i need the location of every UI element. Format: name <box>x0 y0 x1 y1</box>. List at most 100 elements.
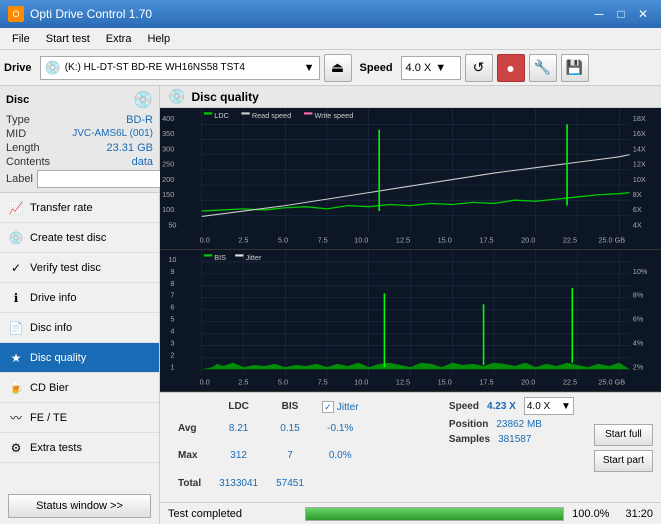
svg-text:250: 250 <box>162 159 174 168</box>
disc-quality-icon: ★ <box>8 350 24 366</box>
drive-label: Drive <box>4 62 32 74</box>
svg-text:25.0 GB: 25.0 GB <box>598 235 625 244</box>
menu-help[interactable]: Help <box>139 31 178 47</box>
sidebar: Disc 💿 Type BD-R MID JVC-AMS6L (001) Len… <box>0 86 160 524</box>
total-bis: 57451 <box>268 471 312 496</box>
chart-bis: 10 9 8 7 6 5 4 3 2 1 10% 8% 6% 4% 2% <box>160 250 661 392</box>
sidebar-item-extra-tests[interactable]: ⚙ Extra tests <box>0 433 159 463</box>
menubar: File Start test Extra Help <box>0 28 661 50</box>
chart2-svg: 10 9 8 7 6 5 4 3 2 1 10% 8% 6% 4% 2% <box>160 250 661 391</box>
svg-text:22.5: 22.5 <box>563 235 577 244</box>
menu-file[interactable]: File <box>4 31 38 47</box>
svg-text:400: 400 <box>162 114 174 123</box>
svg-text:Write speed: Write speed <box>314 111 353 120</box>
test-button[interactable]: ● <box>497 54 525 82</box>
svg-text:5: 5 <box>170 314 174 323</box>
eject-button[interactable]: ⏏ <box>324 54 352 82</box>
svg-text:4%: 4% <box>633 338 644 347</box>
drive-value: (K:) HL-DT-ST BD-RE WH16NS58 TST4 <box>65 62 245 73</box>
right-stats: Speed 4.23 X 4.0 X ▼ Position 23862 MB S… <box>449 397 574 498</box>
statusbar: Test completed 100.0% 31:20 <box>160 502 661 524</box>
main-content: Disc 💿 Type BD-R MID JVC-AMS6L (001) Len… <box>0 86 661 524</box>
svg-text:350: 350 <box>162 129 174 138</box>
speed-select-sm[interactable]: 4.0 X ▼ <box>524 397 574 415</box>
titlebar: O Opti Drive Control 1.70 ─ □ ✕ <box>0 0 661 28</box>
svg-text:100: 100 <box>162 205 174 214</box>
total-ldc: 3133041 <box>211 471 266 496</box>
svg-text:7.5: 7.5 <box>318 235 328 244</box>
chart-ldc: 400 350 300 250 200 150 100 50 18X 16X 1… <box>160 108 661 250</box>
stats-panel: LDC BIS ✓ Jitter Avg 8.21 0.15 <box>160 392 661 502</box>
row-avg-label: Avg <box>170 416 209 441</box>
sidebar-item-disc-quality[interactable]: ★ Disc quality <box>0 343 159 373</box>
contents-value: data <box>132 156 153 168</box>
svg-text:1: 1 <box>170 362 174 371</box>
save-button[interactable]: 💾 <box>561 54 589 82</box>
menu-extra[interactable]: Extra <box>98 31 140 47</box>
svg-text:5.0: 5.0 <box>278 377 288 386</box>
start-full-button[interactable]: Start full <box>594 424 653 446</box>
type-value: BD-R <box>126 114 153 126</box>
label-label: Label <box>6 173 33 185</box>
svg-text:25.0 GB: 25.0 GB <box>598 377 625 386</box>
svg-text:12.5: 12.5 <box>396 377 410 386</box>
jitter-checkbox[interactable]: ✓ <box>322 401 334 413</box>
refresh-button[interactable]: ↺ <box>465 54 493 82</box>
svg-text:12X: 12X <box>633 159 646 168</box>
samples-label: Samples <box>449 434 490 445</box>
stats-table: LDC BIS ✓ Jitter Avg 8.21 0.15 <box>168 397 369 498</box>
sidebar-label-transfer-rate: Transfer rate <box>30 202 93 214</box>
chart1-svg: 400 350 300 250 200 150 100 50 18X 16X 1… <box>160 108 661 249</box>
sidebar-item-fe-te[interactable]: 〰 FE / TE <box>0 403 159 433</box>
svg-text:LDC: LDC <box>214 111 229 120</box>
type-label: Type <box>6 114 30 126</box>
svg-text:10X: 10X <box>633 175 646 184</box>
sidebar-label-create-test-disc: Create test disc <box>30 232 106 244</box>
progress-bar-fill <box>306 508 563 520</box>
maximize-button[interactable]: □ <box>611 4 631 24</box>
speed-label: Speed <box>360 62 393 74</box>
svg-text:14X: 14X <box>633 144 646 153</box>
close-button[interactable]: ✕ <box>633 4 653 24</box>
svg-text:18X: 18X <box>633 114 646 123</box>
status-window-button[interactable]: Status window >> <box>8 494 151 518</box>
speed-selector[interactable]: 4.0 X ▼ <box>401 56 461 80</box>
avg-ldc: 8.21 <box>211 416 266 441</box>
stats-top: LDC BIS ✓ Jitter Avg 8.21 0.15 <box>160 393 661 502</box>
contents-label: Contents <box>6 156 50 168</box>
svg-text:Jitter: Jitter <box>246 253 262 262</box>
app-title: Opti Drive Control 1.70 <box>30 7 152 21</box>
cd-bier-icon: 🍺 <box>8 380 24 396</box>
max-ldc: 312 <box>211 443 266 468</box>
start-buttons: Start full Start part <box>594 397 653 498</box>
svg-text:16X: 16X <box>633 129 646 138</box>
svg-text:8: 8 <box>170 279 174 288</box>
length-label: Length <box>6 142 40 154</box>
position-value: 23862 MB <box>496 419 556 430</box>
sidebar-label-drive-info: Drive info <box>30 292 76 304</box>
sidebar-item-drive-info[interactable]: ℹ Drive info <box>0 283 159 313</box>
start-part-button[interactable]: Start part <box>594 450 653 472</box>
svg-text:4: 4 <box>170 326 174 335</box>
svg-text:BIS: BIS <box>214 253 226 262</box>
speed-value: 4.0 X <box>406 62 432 74</box>
svg-text:15.0: 15.0 <box>438 235 452 244</box>
menu-start-test[interactable]: Start test <box>38 31 98 47</box>
drive-selector[interactable]: 💿 (K:) HL-DT-ST BD-RE WH16NS58 TST4 ▼ <box>40 56 320 80</box>
sidebar-item-create-test-disc[interactable]: 💿 Create test disc <box>0 223 159 253</box>
sidebar-item-transfer-rate[interactable]: 📈 Transfer rate <box>0 193 159 223</box>
progress-bar <box>305 507 564 521</box>
disc-icon: 💿 <box>133 90 153 110</box>
max-bis: 7 <box>268 443 312 468</box>
svg-text:0.0: 0.0 <box>200 235 210 244</box>
sidebar-item-disc-info[interactable]: 📄 Disc info <box>0 313 159 343</box>
settings-button[interactable]: 🔧 <box>529 54 557 82</box>
svg-text:2%: 2% <box>633 362 644 371</box>
sidebar-item-verify-test-disc[interactable]: ✓ Verify test disc <box>0 253 159 283</box>
svg-text:22.5: 22.5 <box>563 377 577 386</box>
svg-text:20.0: 20.0 <box>521 235 535 244</box>
minimize-button[interactable]: ─ <box>589 4 609 24</box>
sidebar-label-cd-bier: CD Bier <box>30 382 69 394</box>
svg-text:300: 300 <box>162 144 174 153</box>
sidebar-item-cd-bier[interactable]: 🍺 CD Bier <box>0 373 159 403</box>
